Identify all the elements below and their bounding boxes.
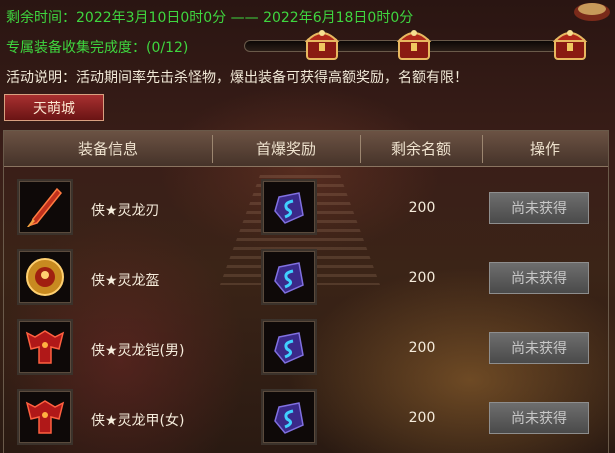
header-remaining-slots: 剩余名额: [390, 140, 451, 158]
remaining-slots-value: 200: [408, 200, 436, 216]
blue-gem-icon[interactable]: [261, 249, 317, 305]
treasure-chest-icon[interactable]: [548, 21, 592, 65]
treasure-chest-icon[interactable]: [300, 21, 344, 65]
equipment-table: 装备信息 首爆奖励 剩余名额 操作 侠★灵龙刃 200 尚未获得 侠★灵龙盔 2…: [3, 130, 609, 453]
blue-gem-icon[interactable]: [261, 319, 317, 375]
red-sword-icon[interactable]: [17, 179, 73, 235]
red-armor-icon[interactable]: [17, 389, 73, 445]
tab-city[interactable]: 天萌城: [4, 94, 104, 121]
blue-gem-icon[interactable]: [261, 389, 317, 445]
table-row: 侠★灵龙盔 200 尚未获得: [4, 244, 608, 314]
remaining-slots-value: 200: [408, 340, 436, 356]
blue-gem-icon[interactable]: [261, 179, 317, 235]
header-equipment-info: 装备信息: [77, 140, 138, 158]
item-name: 侠★灵龙盔: [91, 273, 160, 289]
table-row: 侠★灵龙甲(女) 200 尚未获得: [4, 384, 608, 453]
remaining-slots-value: 200: [408, 270, 436, 286]
remaining-time-text: 剩余时间：2022年3月10日0时0分 —— 2022年6月18日0时0分: [6, 10, 414, 26]
gold-helmet-icon[interactable]: [17, 249, 73, 305]
treasure-chest-icon[interactable]: [392, 21, 436, 65]
remaining-slots-value: 200: [408, 410, 436, 426]
item-name: 侠★灵龙甲(女): [91, 413, 185, 429]
header-action: 操作: [529, 140, 560, 158]
table-header: 装备信息 首爆奖励 剩余名额 操作: [4, 131, 608, 167]
item-name: 侠★灵龙刃: [91, 203, 160, 219]
activity-description-text: 活动说明：活动期间率先击杀怪物，爆出装备可获得高额奖励，名额有限！: [6, 70, 468, 86]
header-first-drop-reward: 首爆奖励: [255, 140, 316, 158]
decor-chest-icon: [574, 3, 610, 21]
not-obtained-button[interactable]: 尚未获得: [489, 262, 589, 294]
collection-progress-text: 专属装备收集完成度：(0/12): [6, 40, 189, 56]
item-name: 侠★灵龙铠(男): [91, 343, 185, 359]
table-row: 侠★灵龙刃 200 尚未获得: [4, 174, 608, 244]
not-obtained-button[interactable]: 尚未获得: [489, 402, 589, 434]
not-obtained-button[interactable]: 尚未获得: [489, 192, 589, 224]
red-armor-icon[interactable]: [17, 319, 73, 375]
table-row: 侠★灵龙铠(男) 200 尚未获得: [4, 314, 608, 384]
not-obtained-button[interactable]: 尚未获得: [489, 332, 589, 364]
